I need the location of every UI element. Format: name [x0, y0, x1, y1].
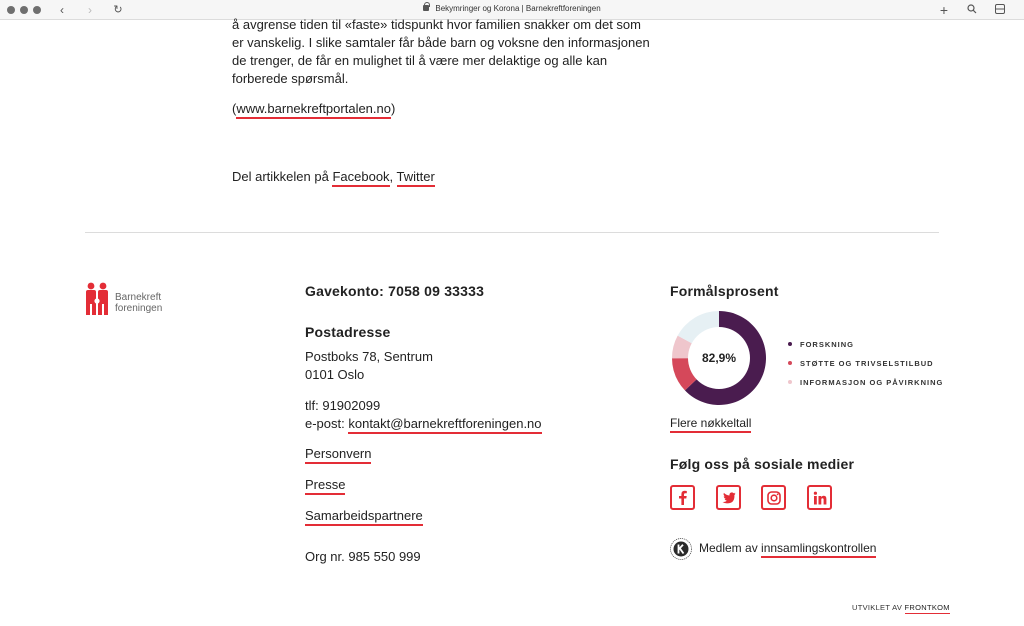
- samarbeidspartnere-link[interactable]: Samarbeidspartnere: [305, 508, 423, 526]
- more-stats-link[interactable]: Flere nøkkeltall: [670, 416, 752, 433]
- linkedin-icon[interactable]: [807, 485, 832, 510]
- developer-credit: UTVIKLET AV FRONTKOM: [852, 603, 950, 614]
- logo-text: Barnekreft foreningen: [115, 292, 163, 314]
- more-stats-row: Flere nøkkeltall: [670, 416, 752, 433]
- logo[interactable]: Barnekreft foreningen: [85, 282, 162, 316]
- article-paragraph-line: å avgrense tiden til «faste» tidspunkt h…: [232, 17, 641, 32]
- sidebar-icon[interactable]: [993, 3, 1007, 17]
- samarbeidspartnere-link-row: Samarbeidspartnere: [305, 508, 423, 526]
- presse-link[interactable]: Presse: [305, 477, 346, 495]
- phone-number: tlf: 91902099: [305, 398, 381, 413]
- article-paragraph-line: forberede spørsmål.: [232, 71, 349, 86]
- legend-bullet: [788, 380, 792, 384]
- lock-icon: [423, 2, 431, 11]
- personvern-link[interactable]: Personvern: [305, 446, 372, 464]
- address-bar[interactable]: Bekymringer og Korona | Barnekreftforeni…: [0, 2, 1024, 13]
- social-heading: Følg oss på sosiale medier: [670, 456, 855, 472]
- share-line: Del artikkelen på Facebook, Twitter: [232, 168, 435, 187]
- legend-item-stotte: STØTTE OG TRIVSELSTILBUD: [788, 359, 934, 368]
- frontkom-link[interactable]: FRONTKOM: [904, 603, 950, 614]
- logo-icon: [86, 282, 108, 315]
- donut-center-label: 82,9%: [702, 351, 736, 365]
- article-paragraph-line: er vanskelig. I slike samtaler får både …: [232, 35, 650, 50]
- share-twitter-link[interactable]: Twitter: [396, 169, 435, 187]
- instagram-icon[interactable]: [761, 485, 786, 510]
- legend-bullet: [788, 342, 792, 346]
- gavekonto-heading: Gavekonto: 7058 09 33333: [305, 283, 485, 299]
- postadresse-heading: Postadresse: [305, 324, 391, 340]
- member-line: Medlem av innsamlingskontrollen: [699, 541, 877, 558]
- org-number: Org nr. 985 550 999: [305, 549, 421, 564]
- innsamlingskontrollen-seal-icon: [670, 538, 692, 560]
- presse-link-row: Presse: [305, 477, 346, 495]
- share-facebook-link[interactable]: Facebook: [332, 169, 390, 187]
- new-tab-icon[interactable]: +: [937, 3, 951, 17]
- email-link[interactable]: kontakt@barnekreftforeningen.no: [348, 416, 542, 434]
- legend-bullet: [788, 361, 792, 365]
- source-link[interactable]: www.barnekreftportalen.no: [236, 101, 391, 119]
- formaal-donut-chart: 82,9%: [672, 311, 766, 405]
- address-line: Postboks 78, Sentrum: [305, 349, 433, 364]
- personvern-link-row: Personvern: [305, 446, 372, 464]
- legend-item-informasjon: INFORMASJON OG PÅVIRKNING: [788, 378, 943, 387]
- innsamlingskontrollen-link[interactable]: innsamlingskontrollen: [761, 541, 877, 558]
- formaalsprosent-heading: Formålsprosent: [670, 283, 779, 299]
- legend-item-forskning: FORSKNING: [788, 340, 854, 349]
- email-line: e-post: kontakt@barnekreftforeningen.no: [305, 416, 542, 434]
- facebook-icon[interactable]: [670, 485, 695, 510]
- search-icon[interactable]: [965, 3, 979, 17]
- article-paragraph-line: de trenger, de får en mulighet til å vær…: [232, 53, 608, 68]
- page-title: Bekymringer og Korona | Barnekreftforeni…: [435, 4, 601, 13]
- address-line: 0101 Oslo: [305, 367, 365, 382]
- divider: [85, 232, 939, 233]
- source-line: (www.barnekreftportalen.no): [232, 100, 395, 119]
- twitter-icon[interactable]: [716, 485, 741, 510]
